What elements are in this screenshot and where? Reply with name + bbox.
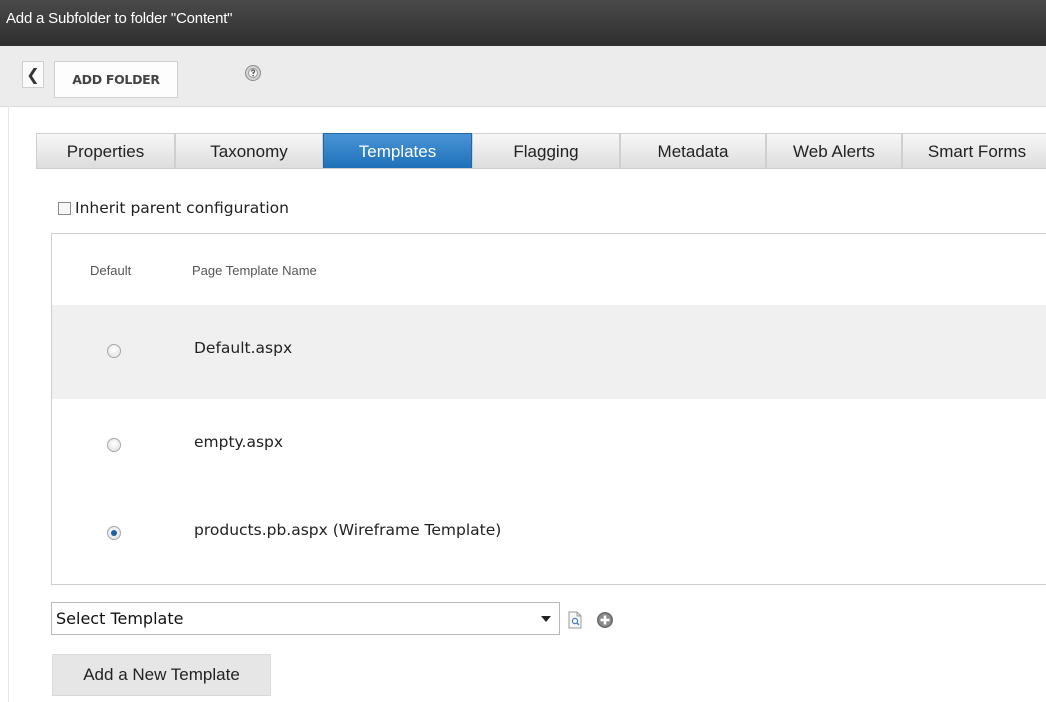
template-select[interactable]: Select Template bbox=[51, 602, 560, 635]
preview-document-icon[interactable] bbox=[568, 611, 582, 629]
window-title: Add a Subfolder to folder "Content" bbox=[0, 0, 1046, 46]
table-row: Default.aspx bbox=[52, 305, 1046, 399]
add-circle-icon[interactable] bbox=[596, 611, 614, 629]
tab-metadata[interactable]: Metadata bbox=[620, 133, 766, 169]
add-new-template-button[interactable]: Add a New Template bbox=[52, 654, 271, 696]
default-radio[interactable] bbox=[107, 344, 121, 358]
tab-underline bbox=[36, 168, 1046, 169]
left-divider bbox=[8, 106, 9, 702]
table-row: empty.aspx bbox=[52, 399, 1046, 493]
templates-table: Default Page Template Name Default.aspx … bbox=[51, 233, 1046, 585]
help-icon[interactable] bbox=[244, 64, 262, 82]
table-row: products.pb.aspx (Wireframe Template) bbox=[52, 487, 1046, 581]
tab-web-alerts[interactable]: Web Alerts bbox=[766, 133, 902, 169]
toolbar: ❮ ADD FOLDER bbox=[0, 46, 1046, 107]
inherit-option[interactable]: Inherit parent configuration bbox=[58, 198, 289, 218]
template-name: products.pb.aspx (Wireframe Template) bbox=[194, 521, 502, 539]
chevron-down-icon bbox=[541, 616, 551, 622]
default-radio-selected[interactable] bbox=[107, 526, 121, 540]
template-name: Default.aspx bbox=[194, 339, 293, 357]
column-header-name: Page Template Name bbox=[192, 263, 317, 278]
tab-taxonomy[interactable]: Taxonomy bbox=[175, 133, 323, 169]
tab-properties[interactable]: Properties bbox=[36, 133, 175, 169]
tab-smart-forms[interactable]: Smart Forms bbox=[902, 133, 1046, 169]
add-folder-button[interactable]: ADD FOLDER bbox=[54, 61, 178, 98]
inherit-label: Inherit parent configuration bbox=[75, 199, 289, 217]
template-name: empty.aspx bbox=[194, 433, 284, 451]
template-select-value: Select Template bbox=[56, 609, 184, 628]
inherit-checkbox[interactable] bbox=[58, 201, 71, 215]
default-radio[interactable] bbox=[107, 438, 121, 452]
tab-flagging[interactable]: Flagging bbox=[472, 133, 620, 169]
back-button[interactable]: ❮ bbox=[22, 61, 44, 88]
column-header-default: Default bbox=[90, 263, 132, 278]
chevron-left-icon: ❮ bbox=[26, 66, 40, 84]
tab-templates[interactable]: Templates bbox=[323, 133, 472, 169]
